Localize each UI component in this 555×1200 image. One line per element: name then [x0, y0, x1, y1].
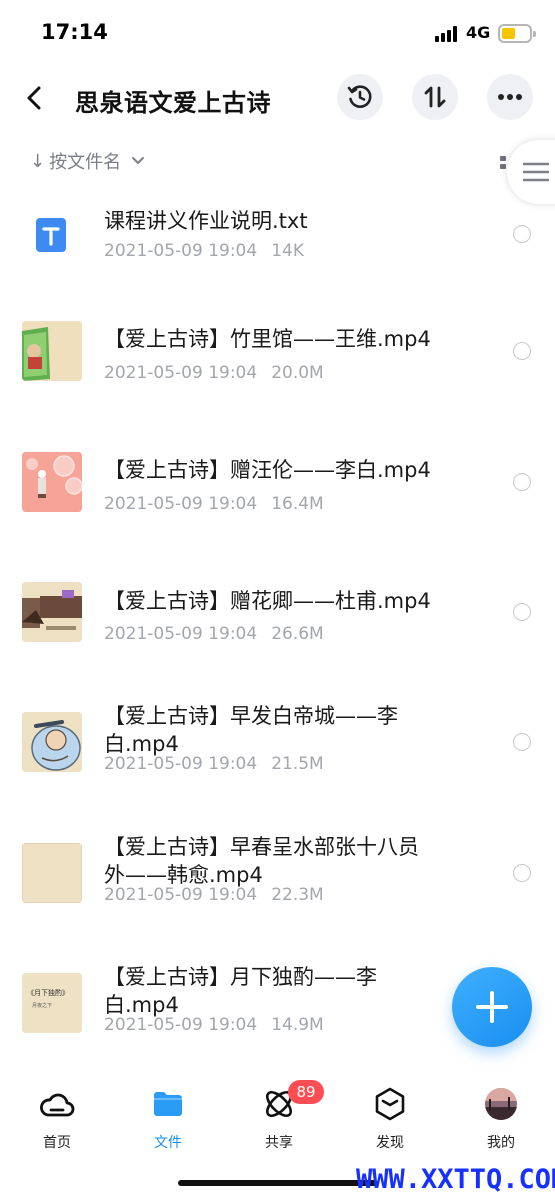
file-meta: 2021-05-09 19:04 14K [104, 241, 304, 261]
history-button[interactable] [337, 74, 383, 120]
file-row[interactable]: 课程讲义作业说明.txt 2021-05-09 19:04 14K [0, 190, 555, 310]
file-size: 22.3M [271, 885, 324, 905]
file-size: 16.4M [271, 494, 324, 514]
more-icon [498, 94, 522, 100]
avatar [485, 1088, 517, 1120]
file-meta: 2021-05-09 19:04 26.6M [104, 624, 324, 644]
file-size: 14.9M [271, 1015, 324, 1035]
file-row[interactable]: 【爱上古诗】竹里馆——王维.mp4 2021-05-09 19:04 20.0M [0, 311, 555, 431]
file-name: 【爱上古诗】赠花卿——杜甫.mp4 [104, 589, 431, 613]
file-date: 2021-05-09 19:04 [104, 494, 258, 514]
nav-discover[interactable]: 发现 [350, 1086, 430, 1152]
status-time: 17:14 [41, 20, 108, 44]
select-checkbox[interactable] [513, 225, 531, 243]
file-date: 2021-05-09 19:04 [104, 624, 258, 644]
folder-icon [154, 1092, 182, 1116]
file-meta: 2021-05-09 19:04 20.0M [104, 363, 324, 383]
nav-files[interactable]: 文件 [128, 1086, 208, 1152]
video-thumbnail: 《月下独酌》 月夜之下 [22, 973, 82, 1033]
sort-label: 按文件名 [49, 152, 122, 173]
nav-home[interactable]: 首页 [17, 1086, 97, 1152]
select-checkbox[interactable] [513, 864, 531, 882]
add-button[interactable] [452, 967, 532, 1047]
sort-selector[interactable]: ↓ 按文件名 [30, 148, 145, 174]
file-meta: 2021-05-09 19:04 14.9M [104, 1015, 324, 1035]
video-thumbnail [22, 843, 82, 903]
file-date: 2021-05-09 19:04 [104, 1015, 258, 1035]
chevron-down-icon [132, 157, 145, 164]
more-button[interactable] [487, 74, 533, 120]
nav-label: 我的 [487, 1135, 515, 1151]
select-checkbox[interactable] [513, 603, 531, 621]
cube-icon [375, 1087, 405, 1121]
file-date: 2021-05-09 19:04 [104, 754, 258, 774]
thumb-title: 《月下独酌》 [27, 988, 69, 997]
nav-label: 发现 [376, 1135, 404, 1151]
file-size: 20.0M [271, 363, 324, 383]
nav-me[interactable]: 我的 [461, 1086, 541, 1152]
video-thumbnail [22, 321, 82, 381]
transfer-button[interactable] [412, 74, 458, 120]
history-icon [347, 85, 372, 108]
share-badge: 89 [288, 1080, 324, 1104]
screen: 17:14 4G 思泉语文爱上古诗 ↓ 按文件名 课程讲义作业说明.txt 20… [0, 0, 555, 1200]
file-date: 2021-05-09 19:04 [104, 241, 258, 261]
file-meta: 2021-05-09 19:04 22.3M [104, 885, 324, 905]
file-row[interactable]: 【爱上古诗】早春呈水部张十八员外——韩愈.mp4 2021-05-09 19:0… [0, 833, 555, 953]
file-row[interactable]: 【爱上古诗】早发白帝城——李白.mp4 2021-05-09 19:04 21.5… [0, 702, 555, 822]
video-thumbnail [22, 712, 82, 772]
nav-label: 首页 [43, 1135, 71, 1151]
menu-icon [523, 162, 549, 182]
thumb-subtitle: 月夜之下 [32, 1002, 52, 1009]
file-row[interactable]: 【爱上古诗】赠花卿——杜甫.mp4 2021-05-09 19:04 26.6M [0, 572, 555, 692]
sort-arrow: ↓ [30, 150, 46, 172]
file-date: 2021-05-09 19:04 [104, 363, 258, 383]
transfer-icon [424, 86, 446, 108]
page-title: 思泉语文爱上古诗 [75, 89, 271, 117]
file-name: 课程讲义作业说明.txt [104, 209, 308, 233]
file-date: 2021-05-09 19:04 [104, 885, 258, 905]
status-bar: 17:14 4G [0, 0, 555, 62]
txt-file-icon [36, 218, 66, 252]
file-meta: 2021-05-09 19:04 16.4M [104, 494, 324, 514]
file-size: 21.5M [271, 754, 324, 774]
signal-icon [435, 26, 459, 42]
file-row[interactable]: 【爱上古诗】赠汪伦——李白.mp4 2021-05-09 19:04 16.4M [0, 442, 555, 562]
file-name: 【爱上古诗】早发白帝城——李白.mp4 [104, 704, 398, 756]
network-type: 4G [466, 23, 491, 42]
select-checkbox[interactable] [513, 342, 531, 360]
file-meta: 2021-05-09 19:04 21.5M [104, 754, 324, 774]
battery-icon [498, 24, 536, 43]
file-name: 【爱上古诗】赠汪伦——李白.mp4 [104, 458, 431, 482]
home-indicator[interactable] [178, 1180, 378, 1186]
file-name: 【爱上古诗】竹里馆——王维.mp4 [104, 327, 431, 351]
plus-icon [476, 991, 508, 1023]
select-checkbox[interactable] [513, 473, 531, 491]
file-name: 【爱上古诗】早春呈水部张十八员外——韩愈.mp4 [104, 835, 419, 887]
video-thumbnail [22, 452, 82, 512]
nav-label: 文件 [154, 1135, 182, 1151]
nav-label: 共享 [265, 1135, 293, 1151]
file-size: 14K [271, 241, 304, 261]
cloud-icon [40, 1093, 75, 1117]
file-size: 26.6M [271, 624, 324, 644]
video-thumbnail [22, 582, 82, 642]
watermark: WWW.XXTTQ.COM [356, 1164, 555, 1195]
back-arrow-icon [27, 86, 41, 110]
file-name: 【爱上古诗】月下独酌——李白.mp4 [104, 965, 377, 1017]
select-checkbox[interactable] [513, 733, 531, 751]
header: 思泉语文爱上古诗 [0, 68, 555, 130]
back-button[interactable] [16, 80, 52, 116]
